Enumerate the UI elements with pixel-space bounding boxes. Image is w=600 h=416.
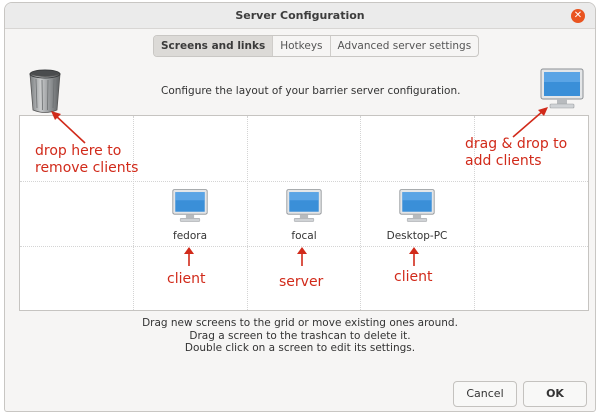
screen-name: focal: [291, 230, 317, 242]
close-icon[interactable]: ✕: [571, 9, 585, 23]
screen-name: fedora: [173, 230, 207, 242]
tab-advanced-server-settings[interactable]: Advanced server settings: [331, 36, 479, 56]
monitor-icon: [399, 189, 435, 222]
server-configuration-dialog: Server Configuration ✕ Screens and links…: [4, 2, 596, 412]
trash-annotation-line2: remove clients: [35, 160, 139, 176]
instruction-line: Drag new screens to the grid or move exi…: [142, 317, 458, 329]
monitor-icon: [172, 189, 208, 222]
add-annotation-line2: add clients: [465, 153, 542, 169]
arrow-up: [409, 247, 419, 266]
monitor-icon: [286, 189, 322, 222]
add-annotation-line1: drag & drop to: [465, 136, 568, 152]
trash-annotation-line1: drop here to: [35, 143, 122, 159]
cancel-button[interactable]: Cancel: [453, 381, 517, 407]
fedora-annotation: client: [167, 271, 206, 287]
tab-screens-and-links[interactable]: Screens and links: [154, 36, 274, 56]
screen-desktop-pc[interactable]: Desktop-PC: [377, 188, 457, 242]
ok-button[interactable]: OK: [523, 381, 587, 407]
arrow-up: [297, 247, 307, 266]
screen-name: Desktop-PC: [386, 230, 448, 242]
screen-fedora[interactable]: fedora: [150, 188, 230, 242]
screen-focal[interactable]: focal: [264, 188, 344, 242]
tab-hotkeys[interactable]: Hotkeys: [273, 36, 331, 56]
focal-annotation: server: [279, 274, 324, 290]
arrow-up: [184, 247, 194, 266]
instruction-line: Drag a screen to the trashcan to delete …: [189, 329, 411, 342]
arrow-to-trash: [51, 111, 86, 144]
tab-bar: Screens and links Hotkeys Advanced serve…: [153, 35, 480, 57]
instructions: Drag new screens to the grid or move exi…: [5, 317, 595, 355]
layout-hint: Configure the layout of your barrier ser…: [161, 85, 461, 97]
window-title: Server Configuration: [235, 9, 365, 22]
title-bar[interactable]: Server Configuration ✕: [5, 3, 595, 29]
instruction-line: Double click on a screen to edit its set…: [184, 342, 416, 354]
desktop-pc-annotation: client: [394, 269, 433, 285]
